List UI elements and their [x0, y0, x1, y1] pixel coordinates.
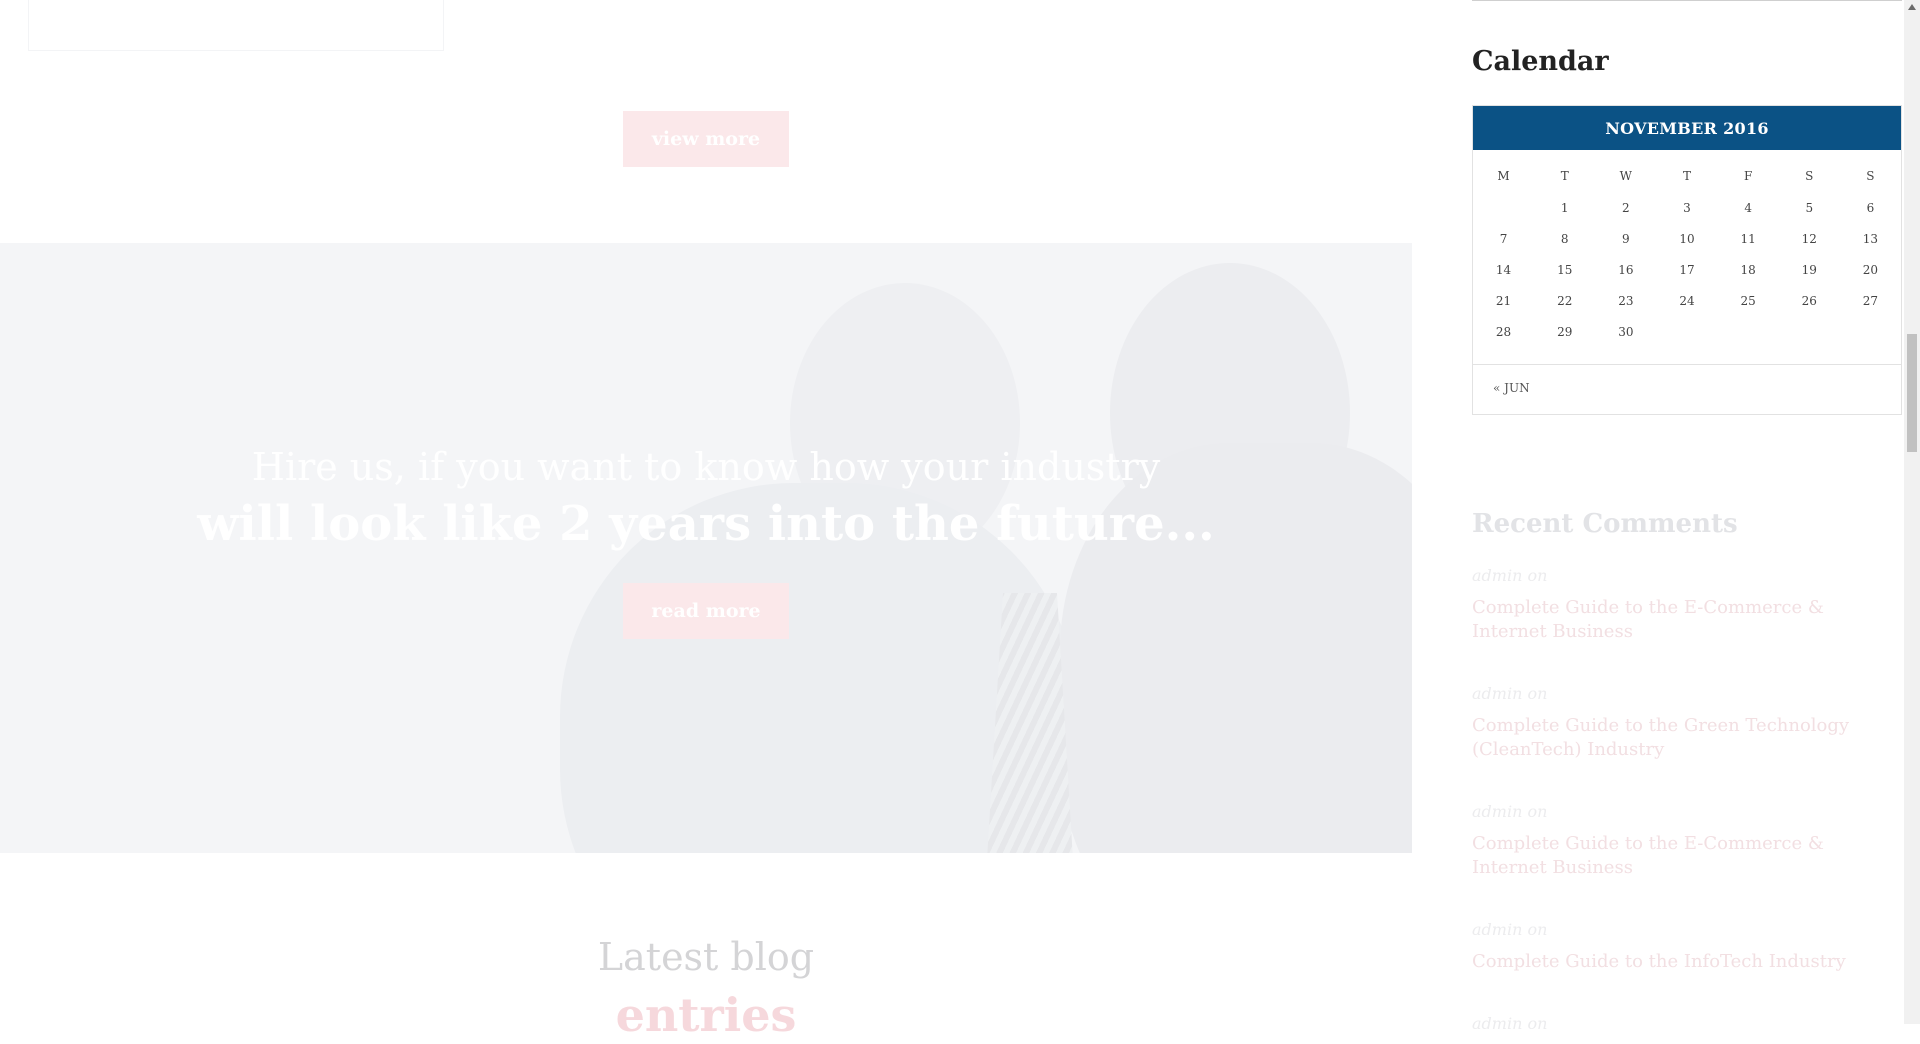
calendar-day: 24 [1679, 293, 1695, 308]
calendar-prev-month-link[interactable]: « JUN [1493, 381, 1530, 395]
calendar-widget-title: Calendar [1472, 46, 1609, 77]
calendar-day: 23 [1618, 293, 1634, 308]
blog-section-title: Latest blog [597, 935, 815, 979]
calendar-week-row: 7 8 9 10 11 12 13 [1473, 223, 1901, 254]
calendar-weekday-row: MTWTFSS [1473, 160, 1901, 192]
calendar-week-row: 14 15 16 17 18 19 20 [1473, 254, 1901, 285]
calendar-empty-cell [1718, 316, 1779, 347]
calendar-day: 28 [1495, 324, 1512, 339]
calendar-day: 26 [1801, 293, 1817, 308]
calendar-day: 22 [1557, 293, 1573, 308]
comment-post-link[interactable]: Complete Guide to the E-Commerce & Inter… [1472, 596, 1892, 644]
calendar-grid: MTWTFSS 1 2 3 4 5 6 7 8 9 10 11 12 13 14 15 16 17 18 19 20 2… [1473, 160, 1901, 347]
calendar-day: 7 [1499, 231, 1508, 246]
recent-comment-item: admin on Complete Guide to the E-Commerce… [1472, 566, 1902, 644]
calendar-day: 16 [1618, 262, 1634, 277]
calendar-day: 6 [1866, 200, 1875, 215]
hero-banner: Hire us, if you want to know how your in… [0, 243, 1412, 853]
calendar-weekday: F [1743, 169, 1753, 183]
comment-author: admin on [1472, 1014, 1548, 1033]
recent-comment-item: admin on [1472, 1014, 1902, 1044]
calendar-week-row: 28 29 30 [1473, 316, 1901, 347]
calendar-week-row: 1 2 3 4 5 6 [1473, 192, 1901, 223]
blog-section-title-accent: entries [615, 988, 797, 1042]
calendar-weekday: M [1497, 169, 1510, 183]
calendar-footer: « JUN [1473, 364, 1901, 415]
calendar-day: 12 [1801, 231, 1817, 246]
calendar-day: 19 [1801, 262, 1817, 277]
calendar-day: 25 [1740, 293, 1756, 308]
calendar-day: 11 [1740, 231, 1756, 246]
calendar-weekday: W [1619, 169, 1633, 183]
calendar-day: 10 [1679, 231, 1695, 246]
recent-comment-item: admin on Complete Guide to the E-Commerce… [1472, 802, 1902, 880]
calendar-empty-cell [1840, 316, 1901, 347]
scroll-up-arrow-icon[interactable] [1908, 4, 1916, 10]
comment-author: admin on [1472, 802, 1548, 821]
calendar-day: 8 [1560, 231, 1569, 246]
hero-heading: will look like 2 years into the future..… [197, 496, 1215, 552]
calendar-day: 4 [1744, 200, 1752, 215]
comment-post-link[interactable]: Complete Guide to the Green Technology (… [1472, 714, 1892, 762]
calendar-widget: NOVEMBER 2016 MTWTFSS 1 2 3 4 5 6 7 8 9 10 11 12 13 1… [1472, 105, 1902, 415]
recent-comment-item: admin on Complete Guide to the Green Tech… [1472, 684, 1902, 762]
calendar-days: 1 2 3 4 5 6 7 8 9 10 11 12 13 14 15 16 17 18 19 20 21 22 23 24 2… [1473, 192, 1901, 347]
calendar-day: 1 [1560, 200, 1569, 215]
calendar-day: 15 [1557, 262, 1573, 277]
calendar-day: 3 [1683, 200, 1691, 215]
calendar-empty-cell [1779, 316, 1840, 347]
calendar-weekday: S [1866, 169, 1875, 183]
calendar-empty-cell [1656, 316, 1717, 347]
calendar-empty-cell [1473, 192, 1534, 223]
read-more-button[interactable]: read more [623, 583, 789, 639]
calendar-day: 13 [1862, 231, 1879, 246]
comment-author: admin on [1472, 920, 1548, 939]
comment-author: admin on [1472, 684, 1548, 703]
comment-post-link[interactable]: Complete Guide to the E-Commerce & Inter… [1472, 832, 1892, 880]
card-bottom-edge [28, 0, 444, 51]
view-more-button[interactable]: view more [623, 111, 789, 167]
calendar-day: 14 [1495, 262, 1512, 277]
calendar-day: 29 [1557, 324, 1573, 339]
calendar-day: 5 [1805, 200, 1814, 215]
sidebar-divider [1472, 0, 1902, 1]
calendar-day: 27 [1862, 293, 1879, 308]
sidebar: Calendar NOVEMBER 2016 MTWTFSS 123456789… [1472, 0, 1902, 1033]
calendar-day: 21 [1495, 293, 1512, 308]
calendar-weekday: S [1805, 169, 1814, 183]
comment-author: admin on [1472, 566, 1548, 585]
recent-comment-item: admin on Complete Guide to the InfoTech I… [1472, 920, 1902, 974]
calendar-weekday: T [1560, 169, 1569, 183]
main-content: view more Hire us, if you want to know h… [0, 0, 1412, 1042]
calendar-week-row: 21 22 23 24 25 26 27 [1473, 285, 1901, 316]
recent-comments-title: Recent Comments [1472, 509, 1738, 539]
calendar-day: 20 [1862, 262, 1879, 277]
calendar-day: 30 [1618, 324, 1634, 339]
comment-post-link[interactable]: Complete Guide to the InfoTech Industry [1472, 950, 1892, 974]
scrollbar-thumb[interactable] [1907, 334, 1917, 452]
calendar-month-header: NOVEMBER 2016 [1473, 106, 1901, 150]
calendar-day: 17 [1679, 262, 1695, 277]
calendar-day: 9 [1622, 231, 1630, 246]
page-scrollbar[interactable] [1904, 0, 1920, 1024]
calendar-day: 18 [1740, 262, 1756, 277]
hero-subheading: Hire us, if you want to know how your in… [251, 445, 1161, 489]
calendar-weekday: T [1682, 169, 1691, 183]
calendar-day: 2 [1622, 200, 1630, 215]
